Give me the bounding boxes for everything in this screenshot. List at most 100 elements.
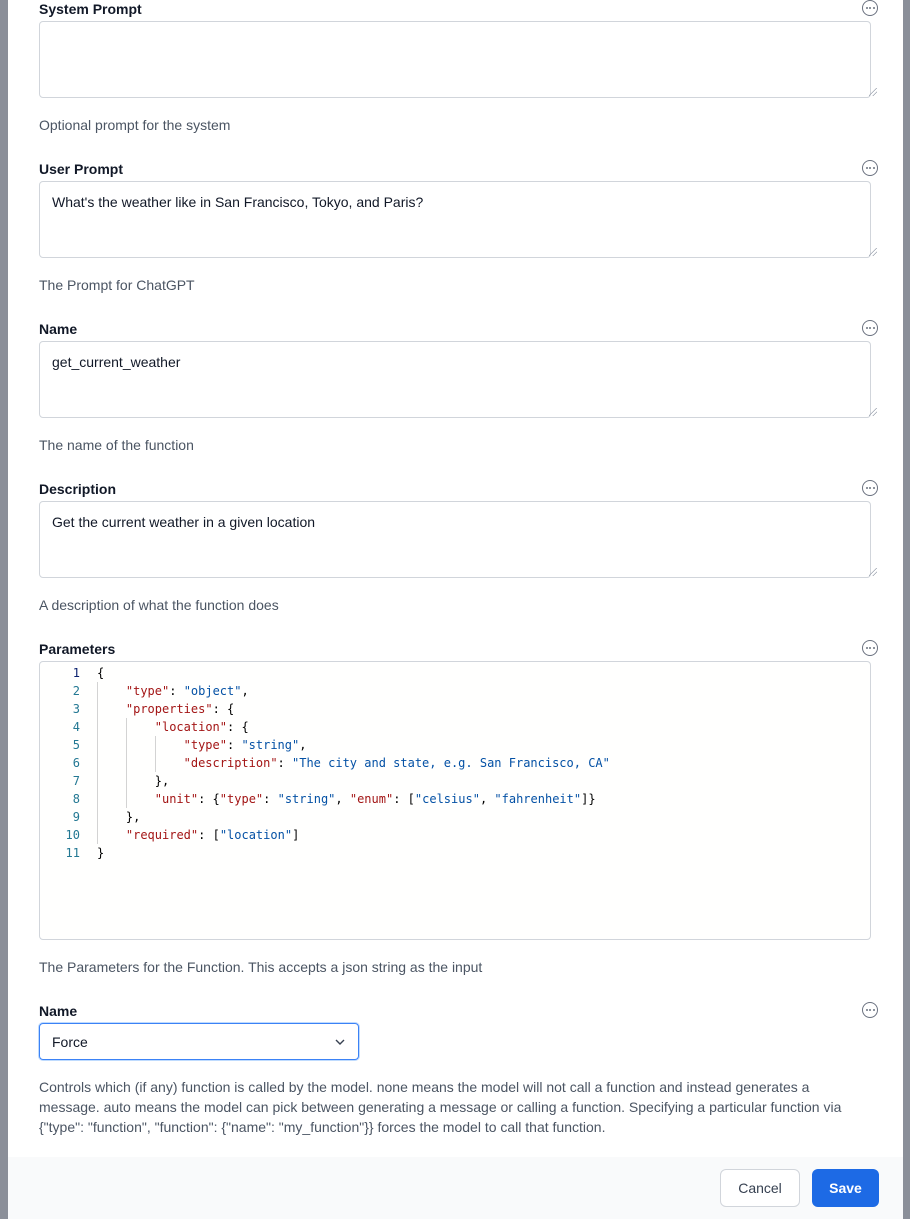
resize-handle-icon[interactable]: [869, 248, 877, 256]
line-number: 10: [65, 828, 80, 842]
resize-handle-icon[interactable]: [869, 568, 877, 576]
json-punct: ,: [241, 684, 249, 698]
field-hint: Controls which (if any) function is call…: [39, 1079, 842, 1135]
field-textarea[interactable]: get_current_weather: [39, 341, 871, 418]
save-button[interactable]: Save: [812, 1169, 879, 1207]
field-label: Parameters: [39, 641, 116, 657]
field-textarea[interactable]: [39, 21, 871, 98]
field-label: Description: [39, 481, 117, 497]
ellipsis-circle-icon[interactable]: [862, 640, 878, 656]
json-punct: :: [169, 684, 184, 698]
resize-handle-icon[interactable]: [869, 408, 877, 416]
field-description: Description Get the current weather in a…: [39, 480, 878, 620]
function-call-select[interactable]: Force: [39, 1023, 359, 1060]
json-key: "type": [183, 738, 227, 752]
field-label: Name: [39, 321, 78, 337]
code-line: 8 "unit": {"type": "string", "enum": ["ce…: [40, 790, 870, 808]
field-label: User Prompt: [39, 161, 124, 177]
ellipsis-circle-icon[interactable]: [862, 160, 878, 176]
code-text: "unit": {"type": "string", "enum": ["cel…: [97, 790, 596, 808]
code-line: 5 "type": "string",: [40, 736, 870, 754]
ellipsis-circle-icon[interactable]: [862, 1002, 878, 1018]
json-punct: },: [154, 774, 170, 788]
indent-guide: [125, 790, 127, 808]
json-punct: : {: [212, 702, 235, 716]
indent-guide: [125, 736, 127, 754]
ellipsis-circle-icon[interactable]: [862, 0, 878, 16]
json-punct: : {: [198, 792, 220, 806]
code-line: 4 "location": {: [40, 718, 870, 736]
line-number: 1: [72, 666, 80, 680]
json-key: "location": [154, 720, 227, 734]
json-string: "celsius": [414, 792, 480, 806]
field-textarea[interactable]: What's the weather like in San Francisco…: [39, 181, 871, 258]
field-hint: The name of the function: [39, 437, 194, 453]
code-text: "type": "object",: [97, 682, 249, 700]
field-hint: The Parameters for the Function. This ac…: [39, 959, 483, 975]
json-punct: :: [263, 792, 278, 806]
line-number: 8: [72, 792, 80, 806]
ellipsis-circle-icon[interactable]: [862, 320, 878, 336]
indent-guide: [97, 700, 98, 718]
json-key: "properties": [125, 702, 213, 716]
line-number: 2: [72, 684, 80, 698]
parameters-code-editor[interactable]: 1{2 "type": "object", 3 "properties": {4 "lo…: [39, 661, 871, 940]
code-line: 7},: [40, 772, 870, 790]
code-text: {: [97, 664, 104, 682]
line-number: 6: [72, 756, 80, 770]
json-key: "type": [219, 792, 264, 806]
field-name: Name get_current_weather The name of the…: [39, 320, 878, 460]
code-text: "required": ["location"]: [97, 826, 299, 844]
code-text: "properties": {: [97, 700, 234, 718]
json-string: "fahrenheit": [494, 792, 582, 806]
indent-guide: [97, 808, 98, 826]
json-string: "string": [277, 792, 336, 806]
field-label: System Prompt: [39, 1, 142, 17]
ellipsis-circle-icon[interactable]: [862, 480, 878, 496]
json-key: "type": [125, 684, 170, 698]
indent-guide: [97, 754, 98, 772]
json-string: "The city and state, e.g. San Francisco,…: [292, 756, 610, 770]
json-punct: ]}: [581, 792, 596, 806]
json-key: "enum": [349, 792, 394, 806]
edit-node-panel: System Prompt Optional prompt for the sy…: [8, 0, 903, 1219]
code-line: 11}: [40, 844, 870, 862]
field-textarea[interactable]: Get the current weather in a given locat…: [39, 501, 871, 578]
json-string: "object": [183, 684, 242, 698]
json-punct: },: [125, 810, 141, 824]
json-punct: :: [226, 738, 242, 752]
line-number: 3: [72, 702, 80, 716]
code-text: "description": "The city and state, e.g.…: [97, 754, 610, 772]
indent-guide: [97, 772, 98, 790]
line-number: 11: [65, 846, 80, 860]
line-number: 5: [72, 738, 80, 752]
indent-guide: [154, 736, 156, 754]
json-key: "required": [125, 828, 199, 842]
code-line: 1{: [40, 664, 870, 682]
json-punct: {: [97, 666, 105, 680]
field-hint: The Prompt for ChatGPT: [39, 277, 195, 293]
resize-handle-icon[interactable]: [869, 88, 877, 96]
code-line: 2 "type": "object",: [40, 682, 870, 700]
line-number: 7: [72, 774, 80, 788]
indent-guide: [125, 772, 127, 790]
json-punct: : {: [227, 720, 249, 734]
footer: Cancel Save: [8, 1157, 903, 1219]
json-punct: : [: [198, 828, 220, 842]
code-line: 10 "required": ["location"]: [40, 826, 870, 844]
field-function-call: Name Force Controls which (if any) funct…: [39, 1002, 878, 1142]
json-punct: }: [97, 846, 105, 860]
json-punct: ,: [299, 738, 307, 752]
json-string: "location": [219, 828, 293, 842]
code-text: "location": {: [97, 718, 249, 736]
cancel-button[interactable]: Cancel: [720, 1169, 800, 1207]
json-key: "description": [183, 756, 278, 770]
indent-guide: [154, 754, 156, 772]
indent-guide: [97, 736, 98, 754]
code-text: }: [97, 844, 104, 862]
indent-guide: [125, 718, 127, 736]
chevron-down-icon: [335, 1039, 345, 1045]
json-punct: ,: [335, 792, 350, 806]
json-key: "unit": [154, 792, 199, 806]
indent-guide: [97, 826, 98, 844]
